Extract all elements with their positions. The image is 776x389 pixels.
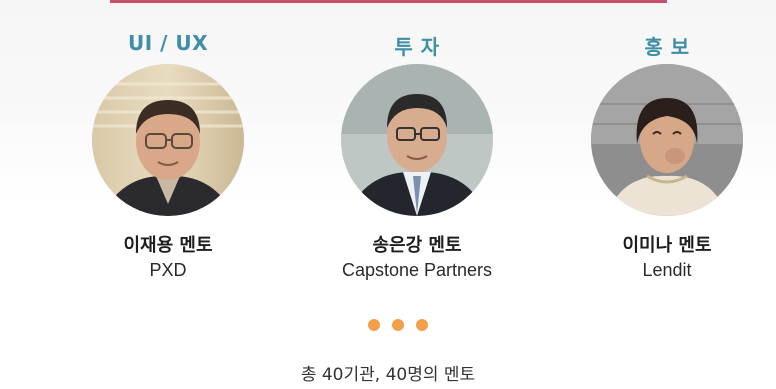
mentor-category: 홍 보 — [644, 35, 690, 59]
mentor-name: 이재용 멘토 — [123, 235, 213, 256]
mentor-company: Capstone Partners — [341, 260, 493, 280]
carousel-dot[interactable] — [392, 319, 404, 331]
mentor-photo-icon[interactable] — [591, 64, 743, 216]
carousel-dot[interactable] — [368, 319, 380, 331]
mentor-category: 투 자 — [394, 35, 440, 59]
mentor-company: PXD — [149, 260, 187, 280]
mentor-summary: 총 40기관, 40명의 멘토 — [300, 365, 476, 385]
mentor-photo-icon[interactable] — [341, 64, 493, 216]
mentor-category: UI / UX — [127, 31, 209, 55]
mentor-name: 이미나 멘토 — [622, 235, 712, 256]
carousel-dot[interactable] — [416, 319, 428, 331]
top-accent-bar — [110, 0, 667, 3]
mentor-photo-icon[interactable] — [92, 64, 244, 216]
carousel-dots[interactable] — [368, 319, 428, 331]
mentor-name: 송은강 멘토 — [372, 235, 462, 256]
mentor-company: Lendit — [642, 260, 692, 280]
